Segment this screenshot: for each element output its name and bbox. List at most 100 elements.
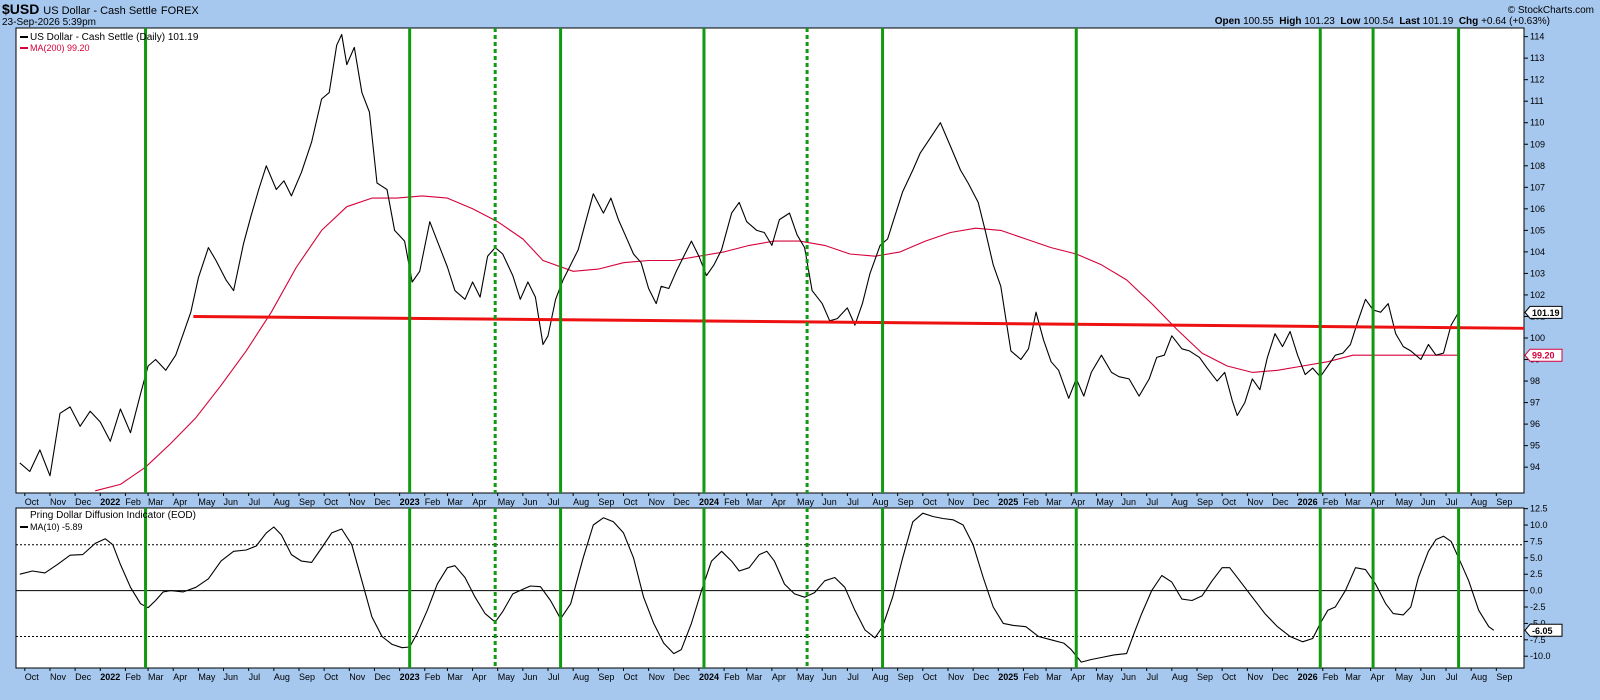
x-axis-label: Feb	[1023, 497, 1039, 507]
x-axis-label: Oct	[623, 497, 638, 507]
x-axis-label: Feb	[1323, 672, 1339, 682]
price-y-tick-label: 109	[1530, 139, 1545, 149]
price-y-tick-label: 107	[1530, 182, 1545, 192]
x-axis-label: Oct	[623, 672, 638, 682]
x-axis-label: Nov	[349, 672, 366, 682]
x-axis-label: 2024	[699, 672, 719, 682]
x-axis-label: Jun	[523, 497, 538, 507]
indicator-y-tick-label: 5.0	[1530, 553, 1543, 563]
x-axis-label: Jul	[548, 497, 560, 507]
x-axis-label: Jul	[1147, 497, 1159, 507]
price-y-tick-label: 113	[1530, 53, 1544, 63]
x-axis-label: Dec	[674, 672, 691, 682]
indicator-value-tag: -6.05	[1532, 626, 1553, 636]
x-axis-label: Mar	[747, 672, 763, 682]
x-axis-label: Jun	[224, 672, 239, 682]
x-axis-label: Feb	[1023, 672, 1039, 682]
x-axis-label: Aug	[873, 672, 889, 682]
x-axis-label: Aug	[1172, 497, 1188, 507]
x-axis-label: Mar	[148, 672, 164, 682]
x-axis-label: May	[1096, 497, 1114, 507]
x-axis-label: Dec	[75, 497, 92, 507]
x-axis-label: May	[498, 672, 516, 682]
price-y-tick-label: 94	[1530, 462, 1540, 472]
x-axis-label: Jul	[1446, 497, 1458, 507]
price-y-tick-label: 105	[1530, 225, 1545, 235]
x-axis-label: May	[1096, 672, 1114, 682]
x-axis-label: 2024	[699, 497, 719, 507]
x-axis-label: Apr	[772, 497, 786, 507]
price-y-tick-label: 100	[1530, 333, 1545, 343]
x-axis-label: Mar	[747, 497, 763, 507]
x-axis-label: Sep	[1496, 672, 1512, 682]
x-axis-label: Mar	[447, 672, 463, 682]
x-axis-label: Aug	[274, 497, 290, 507]
x-axis-label: Sep	[898, 672, 914, 682]
chart-svg: 9495969798991001011021031041051061071081…	[15, 27, 1563, 682]
x-axis-label: Sep	[299, 497, 315, 507]
price-panel	[15, 27, 1525, 494]
last-price-tag: 101.19	[1532, 308, 1560, 318]
x-axis-label: Mar	[447, 497, 463, 507]
x-axis-label: Jul	[249, 497, 261, 507]
x-axis-label: Apr	[1071, 672, 1085, 682]
x-axis-label: Nov	[948, 497, 965, 507]
price-y-tick-label: 114	[1530, 32, 1544, 42]
x-axis-label: Oct	[923, 497, 938, 507]
x-axis-label: Mar	[1345, 497, 1361, 507]
x-axis-label: May	[797, 497, 815, 507]
price-y-tick-label: 102	[1530, 290, 1545, 300]
x-axis-label: Feb	[724, 672, 740, 682]
x-axis-label: Apr	[772, 672, 786, 682]
x-axis-label: Jul	[249, 672, 261, 682]
x-axis-label: Nov	[1247, 672, 1264, 682]
x-axis-label: 2026	[1298, 672, 1318, 682]
price-y-tick-label: 110	[1530, 118, 1544, 128]
x-axis-label: 2023	[400, 497, 420, 507]
x-axis-label: Sep	[1197, 497, 1213, 507]
x-axis-label: Mar	[1046, 497, 1062, 507]
x-axis-label: Oct	[25, 672, 40, 682]
x-axis-label: Jun	[1421, 497, 1436, 507]
x-axis-label: May	[1396, 497, 1414, 507]
x-axis-label: Aug	[873, 497, 889, 507]
x-axis-label: 2023	[400, 672, 420, 682]
x-axis-label: Sep	[299, 672, 315, 682]
x-axis-label: Jul	[1446, 672, 1458, 682]
indicator-y-tick-label: 0.0	[1530, 586, 1543, 596]
price-y-tick-label: 106	[1530, 204, 1545, 214]
x-axis-label: Apr	[1071, 497, 1085, 507]
indicator-panel	[15, 507, 1525, 669]
x-axis-label: Feb	[1323, 497, 1339, 507]
x-axis-label: Jul	[548, 672, 560, 682]
x-axis-label: Jun	[523, 672, 538, 682]
x-axis-label: Oct	[1222, 497, 1237, 507]
x-axis-label: Jun	[1122, 497, 1137, 507]
x-axis-label: Nov	[349, 497, 366, 507]
x-axis-label: Mar	[1046, 672, 1062, 682]
x-axis-label: Aug	[274, 672, 290, 682]
x-axis-label: Feb	[425, 672, 441, 682]
indicator-y-tick-label: 12.5	[1530, 504, 1548, 514]
x-axis-label: Aug	[573, 497, 589, 507]
x-axis-label: Dec	[1272, 672, 1289, 682]
x-axis-label: 2025	[998, 672, 1018, 682]
x-axis-label: Aug	[1172, 672, 1188, 682]
x-axis-label: Oct	[923, 672, 938, 682]
indicator-y-tick-label: 10.0	[1530, 520, 1548, 530]
x-axis-label: Jun	[1421, 672, 1436, 682]
x-axis-label: Aug	[1471, 672, 1487, 682]
x-axis-label: Nov	[1247, 497, 1264, 507]
indicator-y-tick-label: -10.0	[1530, 651, 1551, 661]
legend-ma-label: MA(200) 99.20	[30, 43, 90, 53]
x-axis-label: Oct	[25, 497, 40, 507]
x-axis-label: Dec	[674, 497, 691, 507]
indicator-y-tick-label: 7.5	[1530, 536, 1543, 546]
indicator-y-tick-label: 2.5	[1530, 569, 1543, 579]
x-axis-label: May	[1396, 672, 1414, 682]
price-y-tick-label: 112	[1530, 75, 1544, 85]
x-axis-label: May	[198, 672, 216, 682]
x-axis-label: May	[198, 497, 216, 507]
x-axis-label: Dec	[973, 672, 990, 682]
x-axis-label: Sep	[598, 497, 614, 507]
